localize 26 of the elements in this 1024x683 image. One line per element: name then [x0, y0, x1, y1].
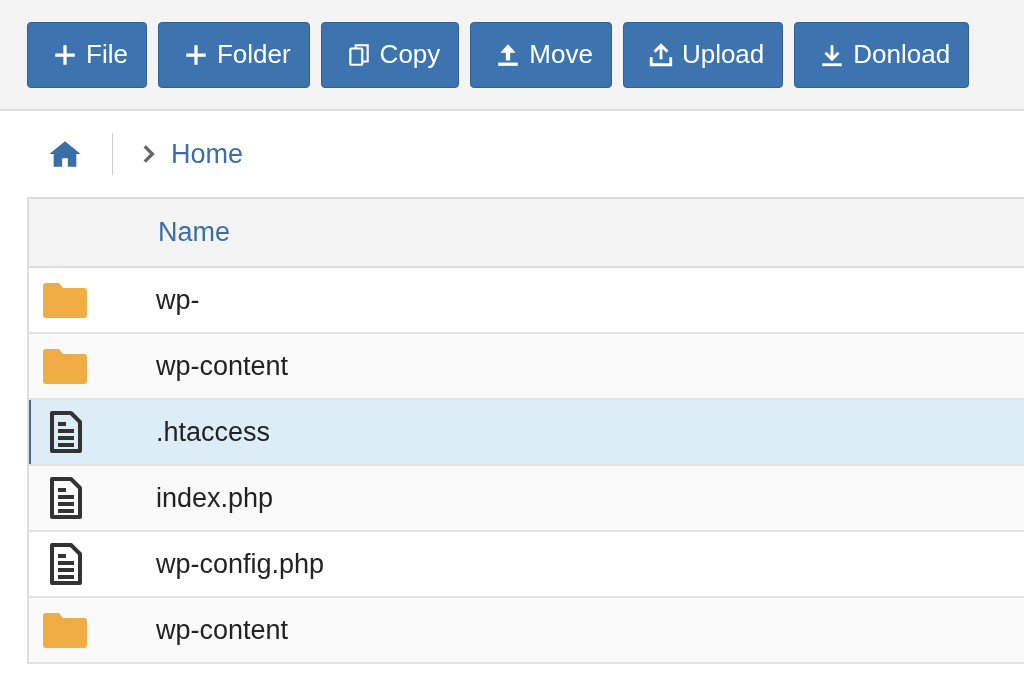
document-icon — [47, 475, 84, 521]
file-row[interactable]: wp-content — [29, 334, 1024, 400]
column-header[interactable]: Name — [158, 217, 231, 248]
toolbar-button[interactable]: File — [27, 21, 147, 88]
upload-icon — [647, 41, 674, 68]
toolbar-button[interactable]: Move — [470, 21, 612, 88]
file-name: index.php — [156, 482, 274, 514]
file-name: wp-content — [156, 350, 289, 382]
toolbar-button[interactable]: Folder — [157, 21, 310, 88]
toolbar-button[interactable]: Copy — [320, 21, 460, 88]
file-row[interactable]: wp-content — [29, 598, 1024, 664]
folder-icon — [40, 610, 89, 650]
breadcrumb-link[interactable]: Home — [171, 138, 244, 170]
toolbar-button[interactable]: Upload — [622, 21, 784, 88]
document-icon — [47, 409, 84, 455]
folder-icon — [40, 346, 89, 386]
document-icon — [47, 541, 84, 587]
file-row[interactable]: index.php — [29, 466, 1024, 532]
file-name: wp-content — [156, 614, 289, 646]
file-name: .htaccess — [156, 416, 271, 448]
file-name: wp-config.php — [156, 548, 325, 580]
file-row[interactable]: .htaccess — [29, 400, 1024, 466]
chevron-right-icon — [141, 143, 155, 165]
folder-icon — [40, 280, 89, 320]
file-name: wp- — [156, 284, 200, 316]
toolbar-button[interactable]: Donload — [794, 21, 970, 88]
